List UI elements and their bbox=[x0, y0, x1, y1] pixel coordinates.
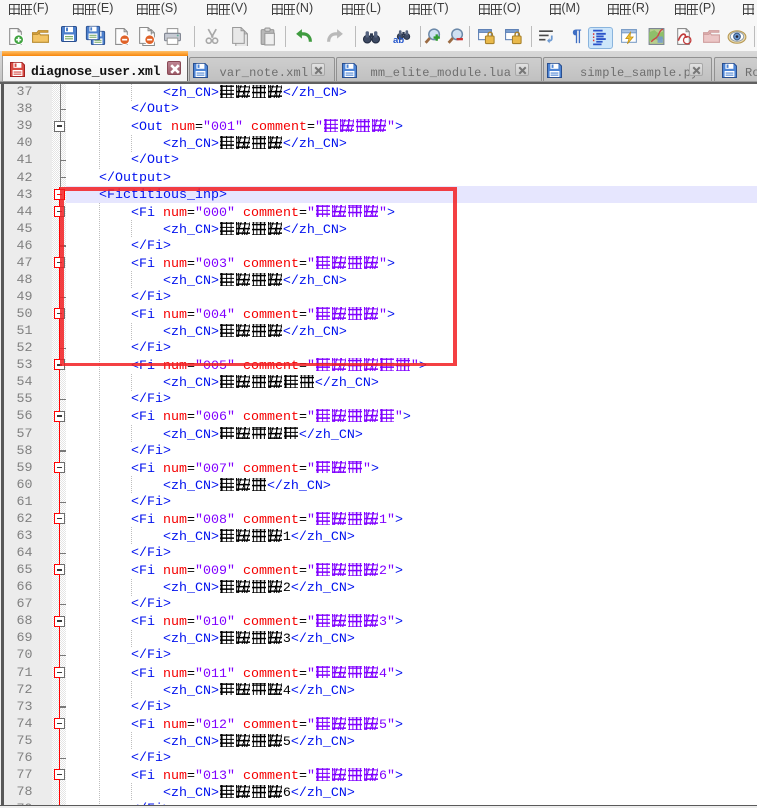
svg-text:ab: ab bbox=[393, 35, 404, 46]
